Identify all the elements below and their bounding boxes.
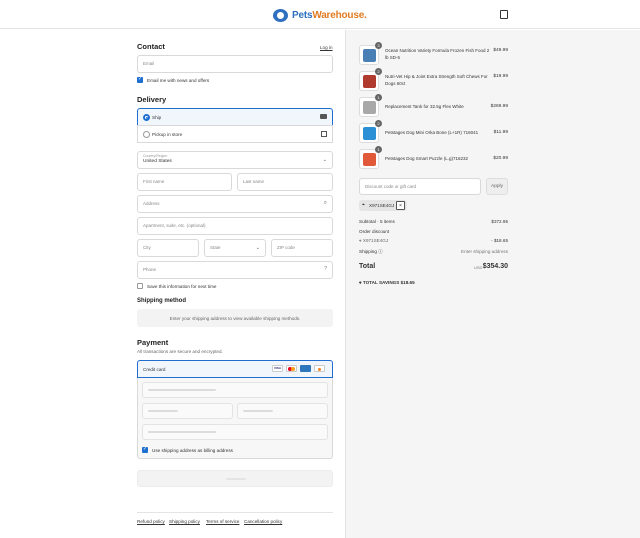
product-thumb: 2 — [359, 68, 382, 91]
country-select[interactable]: Country/Region United States ⌄ — [137, 151, 333, 169]
refund-policy-link[interactable]: Refund policy — [137, 519, 165, 524]
pay-now-button[interactable] — [137, 470, 333, 487]
contact-title: Contact — [137, 42, 165, 51]
mastercard-icon — [286, 365, 297, 372]
apartment-field[interactable]: Apartment, suite, etc. (optional) — [137, 217, 333, 235]
save-info-checkbox[interactable] — [137, 283, 143, 289]
delivery-title: Delivery — [137, 95, 167, 104]
subtotal-value: $372.95 — [491, 219, 508, 224]
quantity-badge: 1 — [375, 94, 382, 101]
billing-same-label: Use shipping address as billing address — [152, 448, 233, 453]
quantity-badge: 2 — [375, 68, 382, 75]
save-info-label: Save this information for next time — [147, 284, 217, 289]
discount-tag: ⌖ X971SE4GJ × — [359, 200, 407, 211]
credit-card-label: Credit card — [143, 367, 166, 372]
total-label: Total — [359, 263, 376, 270]
product-price: $11.99 — [493, 130, 508, 135]
product-image — [363, 101, 376, 114]
help-icon: ⓘ — [378, 249, 383, 254]
logo-text: PetsWarehouse. — [292, 9, 367, 21]
payment-title: Payment — [137, 338, 169, 347]
pickup-option[interactable]: Pickup in store — [137, 125, 333, 143]
order-discount-label: Order discount — [359, 229, 390, 234]
discount-code-field[interactable]: Discount code or gift card — [359, 178, 481, 195]
card-number-field[interactable] — [142, 382, 328, 398]
product-image — [363, 49, 376, 62]
product-thumb: 3 — [359, 42, 382, 65]
help-icon[interactable]: ? — [324, 266, 327, 272]
truck-icon — [320, 114, 327, 119]
news-checkbox[interactable] — [137, 76, 143, 83]
discount-tag-code: X971SE4GJ — [369, 203, 395, 208]
paw-logo-icon — [273, 8, 288, 22]
shipping-value: Enter shipping address — [461, 249, 508, 254]
shipping-policy-link[interactable]: Shipping policy — [169, 519, 200, 524]
order-discount-code: ⌖ X971SE4GJ — [359, 238, 389, 243]
product-name: Replacement Tank for 32.5g Flex White — [385, 104, 464, 109]
terms-of-service-link[interactable]: Terms of service — [206, 519, 239, 524]
product-thumb: 2 — [359, 120, 382, 143]
visa-icon: VISA — [272, 365, 283, 372]
ship-option[interactable]: Ship — [137, 108, 333, 126]
discover-icon — [314, 365, 325, 372]
product-name: Petstages Dog Mini Orka Bone (L+1R) 7160… — [385, 130, 479, 135]
shipping-method-box: Enter your shipping address to view avai… — [137, 309, 333, 327]
ship-radio[interactable] — [143, 114, 150, 121]
email-field[interactable]: Email — [137, 55, 333, 73]
product-name: Nutri-Vet Hip & Joint Extra Strength Sof… — [385, 74, 488, 86]
product-name: Petstages Dog Smart Puzzle (L.g)716232 — [385, 156, 469, 161]
shipping-method-title: Shipping method — [137, 298, 186, 304]
chevron-down-icon: ⌄ — [322, 157, 327, 163]
apply-button[interactable]: Apply — [486, 178, 508, 195]
product-name: Ocean Nutrition Variety Formula Frozen F… — [385, 48, 490, 60]
ship-label: Ship — [152, 115, 162, 120]
login-link[interactable]: Log in — [320, 45, 333, 50]
search-icon: ⌕ — [323, 200, 327, 206]
billing-same-checkbox[interactable] — [142, 446, 148, 453]
quantity-badge: 1 — [375, 146, 382, 153]
product-price: $19.99 — [493, 74, 508, 79]
shipping-label: Shipping ⓘ — [359, 249, 383, 254]
cancellation-policy-link[interactable]: Cancellation policy — [244, 519, 282, 524]
name-on-card-field[interactable] — [142, 424, 328, 440]
footer-divider — [137, 512, 333, 513]
total-value: $354.30 — [482, 263, 508, 270]
zip-field[interactable]: ZIP code — [271, 239, 333, 257]
header: PetsWarehouse. — [0, 0, 640, 29]
amex-icon — [300, 365, 311, 372]
quantity-badge: 2 — [375, 120, 382, 127]
subtotal-label: Subtotal · 5 items — [359, 219, 395, 224]
payment-subtitle: All transactions are secure and encrypte… — [137, 349, 223, 354]
city-field[interactable]: City — [137, 239, 199, 257]
product-image — [363, 127, 376, 140]
logo[interactable]: PetsWarehouse. — [273, 7, 367, 23]
quantity-badge: 3 — [375, 42, 382, 49]
total-savings: ⌖ TOTAL SAVINGS $18.65 — [359, 280, 415, 285]
tag-icon: ⌖ — [362, 202, 365, 208]
shipping-method-note: Enter your shipping address to view avai… — [169, 316, 301, 321]
product-thumb: 1 — [359, 146, 382, 169]
product-image — [363, 75, 376, 88]
order-discount-value: - $18.65 — [491, 238, 508, 243]
last-name-field[interactable]: Last name — [237, 173, 333, 191]
chevron-down-icon: ⌄ — [255, 245, 260, 251]
store-icon — [321, 131, 327, 137]
address-field[interactable]: Address ⌕ — [137, 195, 333, 213]
first-name-field[interactable]: First name — [137, 173, 232, 191]
state-select[interactable]: State ⌄ — [204, 239, 266, 257]
product-price: $20.99 — [493, 156, 508, 161]
product-price: $49.99 — [493, 48, 508, 53]
close-icon[interactable]: × — [396, 201, 405, 210]
product-price: $269.99 — [490, 104, 508, 109]
product-thumb: 1 — [359, 94, 382, 117]
expiry-field[interactable] — [142, 403, 233, 419]
pickup-radio[interactable] — [143, 131, 150, 138]
phone-field[interactable]: Phone ? — [137, 261, 333, 279]
product-image — [363, 153, 376, 166]
cvv-field[interactable] — [237, 403, 328, 419]
news-label: Email me with news and offers — [147, 78, 210, 83]
shopping-bag-icon[interactable] — [500, 10, 508, 19]
pickup-label: Pickup in store — [152, 132, 183, 137]
